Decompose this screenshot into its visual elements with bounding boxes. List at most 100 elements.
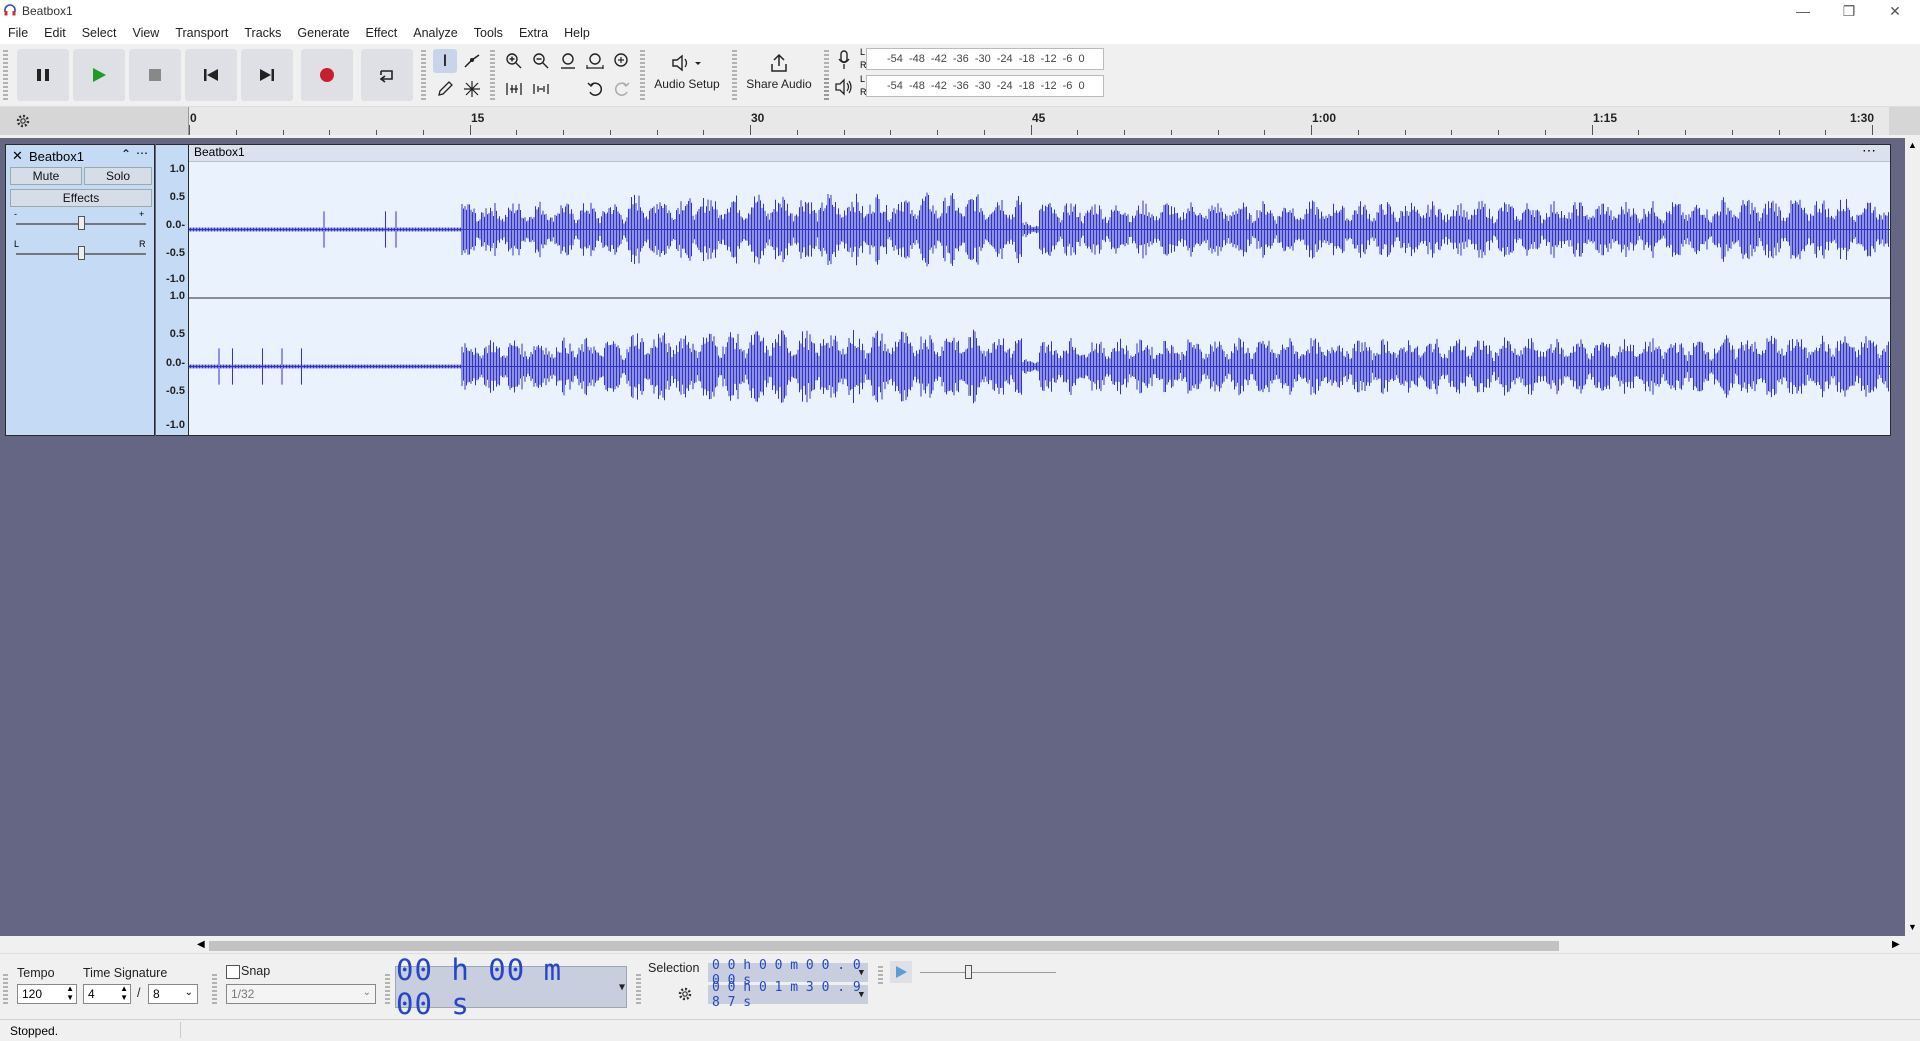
effects-button[interactable]: Effects — [10, 189, 152, 207]
track-control-panel[interactable]: ✕ Beatbox1 ⌃ ⋯ Mute Solo Effects - + L R — [5, 144, 155, 436]
zoom-toggle-button[interactable] — [610, 49, 634, 73]
audio-setup-grip[interactable] — [640, 50, 645, 100]
share-grip[interactable] — [732, 50, 737, 100]
menu-view[interactable]: View — [132, 26, 159, 40]
record-meter[interactable]: -54 -48 -42 -36 -30 -24 -18 -12 -6 0 — [866, 48, 1104, 70]
selection-tool-button[interactable]: Ⅰ — [433, 49, 457, 73]
toolbar-grip[interactable] — [3, 50, 8, 100]
amp-label-top-1: 1.0 — [169, 163, 185, 175]
trim-audio-button[interactable] — [502, 77, 526, 101]
undo-button[interactable] — [583, 77, 607, 101]
horizontal-scroll-thumb[interactable] — [209, 941, 1559, 951]
clip-header[interactable]: Beatbox1 ⋯ — [189, 142, 1890, 162]
time-grip[interactable] — [385, 974, 390, 1004]
play-speed-thumb[interactable] — [964, 965, 972, 979]
tempo-spin-icon[interactable]: ▲ ▼ — [66, 984, 74, 1002]
scroll-down-icon[interactable]: ▼ — [1908, 922, 1917, 932]
time-signature-denominator[interactable]: 8 ⌄ — [148, 984, 198, 1004]
time-signature-numerator[interactable]: 4 ▲ ▼ — [83, 984, 131, 1004]
redo-button[interactable] — [610, 77, 634, 101]
edit-grip[interactable] — [490, 50, 495, 100]
solo-button[interactable]: Solo — [84, 167, 152, 185]
silence-audio-button[interactable] — [529, 77, 553, 101]
selection-start-dropdown-icon[interactable]: ▼ — [859, 968, 864, 978]
clip-menu-icon[interactable]: ⋯ — [1862, 142, 1876, 159]
ruler-tick — [1171, 130, 1172, 135]
mute-button[interactable]: Mute — [10, 167, 82, 185]
selection-grip[interactable] — [636, 974, 641, 1004]
audio-setup-button[interactable]: Audio Setup — [650, 50, 724, 100]
fit-selection-button[interactable] — [556, 49, 580, 73]
track-name[interactable]: Beatbox1 — [29, 149, 84, 164]
stop-button[interactable] — [129, 49, 181, 101]
snap-select[interactable]: 1/32 ⌄ — [226, 984, 376, 1004]
play-button[interactable] — [73, 49, 125, 101]
ruler-tick — [703, 130, 704, 135]
share-audio-button[interactable]: Share Audio — [742, 50, 816, 100]
tempo-input[interactable]: 120 ▲ ▼ — [17, 984, 77, 1004]
close-window-button[interactable]: ✕ — [1872, 0, 1918, 22]
collapse-track-icon[interactable]: ⌃ — [121, 147, 131, 161]
play-meter-grip[interactable] — [824, 78, 829, 100]
time-signature-grip[interactable] — [3, 974, 8, 1004]
ruler-tick — [283, 130, 284, 135]
snap-checkbox[interactable] — [226, 965, 240, 979]
horizontal-scrollbar[interactable]: ◀ ▶ — [195, 939, 1905, 953]
track-close-icon[interactable]: ✕ — [12, 148, 23, 164]
skip-to-end-button[interactable] — [241, 49, 293, 101]
snap-grip[interactable] — [212, 974, 217, 1004]
menu-generate[interactable]: Generate — [297, 26, 349, 40]
zoom-in-button[interactable] — [502, 49, 526, 73]
undo-icon — [587, 82, 603, 96]
time-format-dropdown-icon[interactable]: ▼ — [619, 982, 626, 993]
waveform[interactable] — [189, 161, 1890, 435]
envelope-tool-button[interactable] — [460, 49, 484, 73]
timesig-spin-icon[interactable]: ▲ ▼ — [120, 984, 128, 1002]
menu-edit[interactable]: Edit — [44, 26, 66, 40]
selection-end-dropdown-icon[interactable]: ▼ — [859, 990, 864, 1000]
menu-analyze[interactable]: Analyze — [413, 26, 457, 40]
restore-button[interactable]: ❐ — [1826, 0, 1872, 22]
loop-button[interactable] — [361, 49, 413, 101]
selection-end-time[interactable]: 0 0 h 0 1 m 3 0 . 9 8 7 s ▼ — [708, 980, 868, 1010]
scroll-right-icon[interactable]: ▶ — [1892, 939, 1900, 950]
timeline-options-button[interactable] — [14, 112, 32, 130]
menu-extra[interactable]: Extra — [519, 26, 548, 40]
play-at-speed-grip[interactable] — [878, 966, 883, 986]
pause-button[interactable] — [17, 49, 69, 101]
tools-grip[interactable] — [421, 50, 426, 100]
share-upload-icon — [771, 53, 787, 72]
play-speed-slider[interactable] — [920, 972, 1056, 973]
draw-tool-button[interactable] — [433, 77, 457, 101]
multi-tool-button[interactable] — [460, 77, 484, 101]
audio-position-display[interactable]: 00 h 00 m 00 s ▼ — [395, 953, 627, 1021]
menu-help[interactable]: Help — [564, 26, 590, 40]
selection-options-button[interactable] — [677, 986, 695, 1004]
audio-clip[interactable]: Beatbox1 ⋯ — [188, 142, 1891, 436]
menu-tracks[interactable]: Tracks — [244, 26, 281, 40]
scroll-left-icon[interactable]: ◀ — [197, 939, 205, 950]
gain-slider-thumb[interactable] — [78, 216, 85, 230]
record-button[interactable] — [301, 49, 353, 101]
selection-gear-icon — [678, 987, 692, 1001]
menu-effect[interactable]: Effect — [366, 26, 398, 40]
play-at-speed-button[interactable] — [890, 961, 912, 983]
share-audio-label: Share Audio — [746, 77, 812, 91]
scroll-up-icon[interactable]: ▲ — [1908, 140, 1917, 150]
menu-select[interactable]: Select — [82, 26, 117, 40]
ruler-tick — [890, 130, 891, 135]
track-menu-icon[interactable]: ⋯ — [136, 146, 148, 160]
selection-label: Selection — [648, 961, 700, 975]
pan-slider-thumb[interactable] — [78, 246, 85, 260]
timeline-track[interactable]: 0 15 30 45 1:00 1:15 1:30 — [188, 107, 1889, 135]
vertical-scrollbar[interactable]: ▲ ▼ — [1905, 138, 1920, 936]
menu-file[interactable]: File — [8, 26, 28, 40]
ruler-label: 15 — [471, 111, 485, 125]
zoom-out-button[interactable] — [529, 49, 553, 73]
menu-transport[interactable]: Transport — [175, 26, 228, 40]
fit-project-button[interactable] — [583, 49, 607, 73]
menu-tools[interactable]: Tools — [474, 26, 503, 40]
playback-meter[interactable]: -54 -48 -42 -36 -30 -24 -18 -12 -6 0 — [866, 75, 1104, 97]
skip-to-start-button[interactable] — [185, 49, 237, 101]
minimize-button[interactable]: — — [1780, 0, 1826, 22]
